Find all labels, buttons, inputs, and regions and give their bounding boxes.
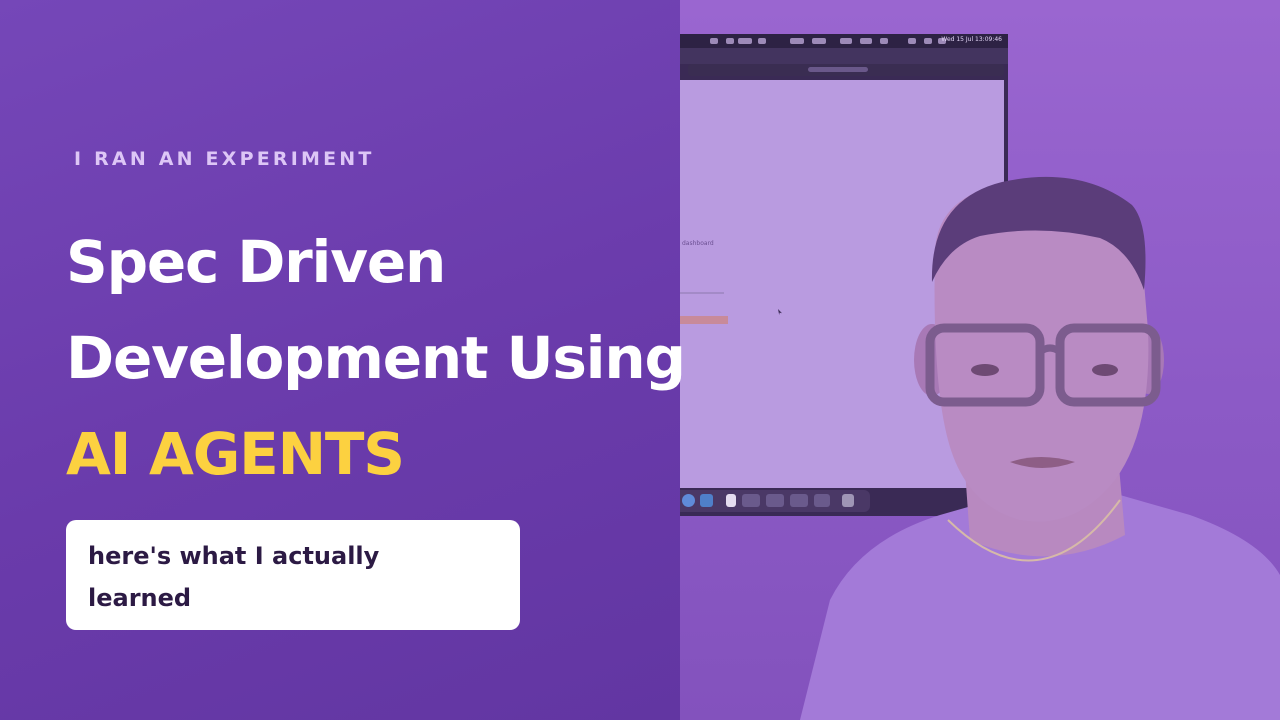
headline-line-2: Development Using [66, 324, 686, 392]
glasses-bridge [1037, 344, 1063, 355]
eyebrow-text: I RAN AN EXPERIMENT [74, 148, 375, 170]
presenter-eye [971, 364, 999, 376]
subtitle-text: here's what I actually learned [88, 542, 380, 612]
headline: Spec Driven Development Using AI AGENTS [66, 214, 686, 502]
presenter-eye [1092, 364, 1118, 376]
video-frame: Wed 15 Jul 13:09:46 dashboard [680, 0, 1280, 720]
headline-accent: AI AGENTS [66, 420, 405, 488]
presenter-photo [800, 176, 1280, 720]
subtitle-card: here's what I actually learned [66, 520, 520, 630]
headline-line-1: Spec Driven [66, 228, 446, 296]
